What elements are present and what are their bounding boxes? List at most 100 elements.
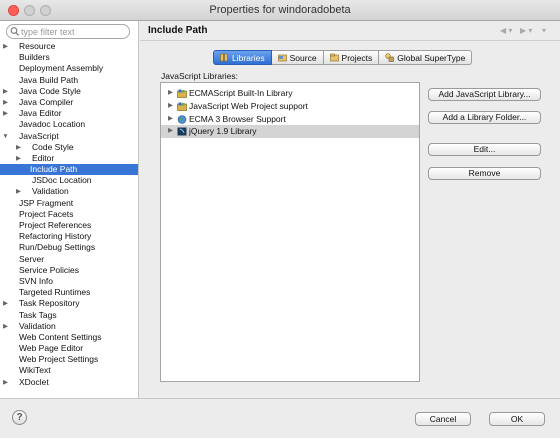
libraries-section-label: JavaScript Libraries: [161,71,239,81]
collapsed-arrow-icon[interactable]: ▶ [2,298,9,309]
collapsed-arrow-icon[interactable]: ▶ [2,41,9,52]
collapsed-arrow-icon[interactable]: ▶ [2,97,9,108]
tree-item-label: Editor [32,152,55,163]
tree-item-label: JSP Fragment [19,197,74,208]
library-item[interactable]: ▶ JavaScript Web Project support [161,100,419,113]
tree-item[interactable]: Server [0,254,138,265]
tab-source[interactable]: Source [271,50,324,65]
tree-item-label: JSDoc Location [32,175,92,186]
tree-item-label: Code Style [32,141,74,152]
library-item[interactable]: ▶ ECMA 3 Browser Support [161,113,419,126]
tree-item[interactable]: ▶ Task Repository [0,298,138,309]
tab-label: Libraries [232,52,265,63]
collapsed-arrow-icon[interactable]: ▶ [2,321,9,332]
tree-item[interactable]: Javadoc Location [0,119,138,130]
expanded-arrow-icon[interactable]: ▼ [2,131,9,142]
tree-item[interactable]: Task Tags [0,310,138,321]
add-library-folder-button[interactable]: Add a Library Folder... [428,111,541,124]
tree-item-label: Java Editor [19,108,62,119]
library-item[interactable]: ▶ ECMAScript Built-In Library [161,87,419,100]
collapsed-arrow-icon[interactable]: ▶ [168,125,173,138]
tab-libraries[interactable]: Libraries [213,50,272,65]
cancel-button[interactable]: Cancel [415,412,471,426]
libraries-list[interactable]: ▶ ECMAScript Built-In Library ▶ JavaScript … [160,82,420,382]
tree-item-label: Refactoring History [19,231,92,242]
tree-item[interactable]: ▶ Java Editor [0,108,138,119]
tree-item[interactable]: SVN Info [0,276,138,287]
collapsed-arrow-icon[interactable]: ▶ [168,100,173,113]
tab-global-supertype[interactable]: Global SuperType [379,50,473,65]
tree-item[interactable]: Project References [0,220,138,231]
tab-label: Source [289,52,317,63]
collapsed-arrow-icon[interactable]: ▶ [15,142,22,153]
collapsed-arrow-icon[interactable]: ▶ [168,87,173,100]
add-javascript-library-button[interactable]: Add JavaScript Library... [428,88,541,101]
tree-item[interactable]: Project Facets [0,209,138,220]
tree-item[interactable]: ▶ XDoclet [0,377,138,388]
tree-item[interactable]: JSP Fragment [0,198,138,209]
filter-field[interactable] [6,24,130,39]
tree-item-label: Project Facets [19,208,74,219]
tree-item[interactable]: Include Path [0,164,138,176]
edit-button[interactable]: Edit... [428,143,541,156]
tree-item[interactable]: ▶ Code Style [0,142,138,153]
libraries-icon [220,53,228,62]
tree-item-label: Java Code Style [19,85,81,96]
dialog-footer: ? Cancel OK [0,398,560,438]
tree-item[interactable]: Deployment Assembly [0,63,138,74]
tree-item[interactable]: Service Policies [0,265,138,276]
tree-item[interactable]: ▶ Validation [0,186,138,197]
jquery-icon [177,127,187,136]
tree-item[interactable]: ▶ Validation [0,321,138,332]
library-item[interactable]: ▶ jQuery 1.9 Library [161,125,419,138]
tree-item[interactable]: ▶ Java Code Style [0,86,138,97]
collapsed-arrow-icon[interactable]: ▶ [15,186,22,197]
tree-item[interactable]: ▶ Editor [0,153,138,164]
tree-item-label: Builders [19,52,50,63]
library-item-label: ECMA 3 Browser Support [189,113,286,124]
supertype-icon [385,53,395,62]
tree-item-label: Deployment Assembly [19,63,104,74]
tree-item[interactable]: WikiText [0,365,138,376]
tree-item[interactable]: Web Page Editor [0,343,138,354]
remove-button[interactable]: Remove [428,167,541,180]
tree-item-label: JavaScript [19,130,59,141]
source-icon [277,54,287,62]
property-page-tree: ▶ Resource Builders Deployment Assembly Java… [0,41,138,388]
tree-item[interactable]: JSDoc Location [0,175,138,186]
tree-item[interactable]: ▼ JavaScript [0,131,138,142]
view-menu-icon[interactable]: ▾ [542,26,546,35]
tree-item[interactable]: ▶ Java Compiler [0,97,138,108]
tree-item-label: Web Project Settings [19,354,99,365]
tab-projects[interactable]: Projects [323,50,380,65]
tree-item-label: Web Content Settings [19,331,102,342]
collapsed-arrow-icon[interactable]: ▶ [2,108,9,119]
tree-item-label: Server [19,253,45,264]
library-jar-icon [177,89,187,98]
collapsed-arrow-icon[interactable]: ▶ [168,113,173,126]
tree-item[interactable]: Java Build Path [0,75,138,86]
title-bar: Properties for windoradobeta [0,0,560,21]
tree-item[interactable]: ▶ Resource [0,41,138,52]
back-nav-icon[interactable]: ◀ ▾ [500,26,512,35]
tree-item[interactable]: Web Project Settings [0,354,138,365]
forward-nav-icon[interactable]: ▶ ▾ [520,26,532,35]
tree-item[interactable]: Web Content Settings [0,332,138,343]
help-icon[interactable]: ? [12,410,27,425]
filter-input[interactable] [21,26,125,37]
tree-item[interactable]: Targeted Runtimes [0,287,138,298]
collapsed-arrow-icon[interactable]: ▶ [15,153,22,164]
tree-item[interactable]: Run/Debug Settings [0,242,138,253]
globe-icon [177,114,187,124]
collapsed-arrow-icon[interactable]: ▶ [2,86,9,97]
properties-sidebar: ▶ResourceBuildersDeployment AssemblyJava… [0,21,139,398]
tree-item-label: Include Path [30,164,78,175]
tree-item[interactable]: Builders [0,52,138,63]
ok-button[interactable]: OK [489,412,545,426]
collapsed-arrow-icon[interactable]: ▶ [2,377,9,388]
tree-item[interactable]: Refactoring History [0,231,138,242]
tree-item-label: WikiText [19,365,51,376]
page-title: Include Path [148,25,208,36]
tree-item-label: Resource [19,41,56,51]
tree-item-label: Validation [19,320,56,331]
